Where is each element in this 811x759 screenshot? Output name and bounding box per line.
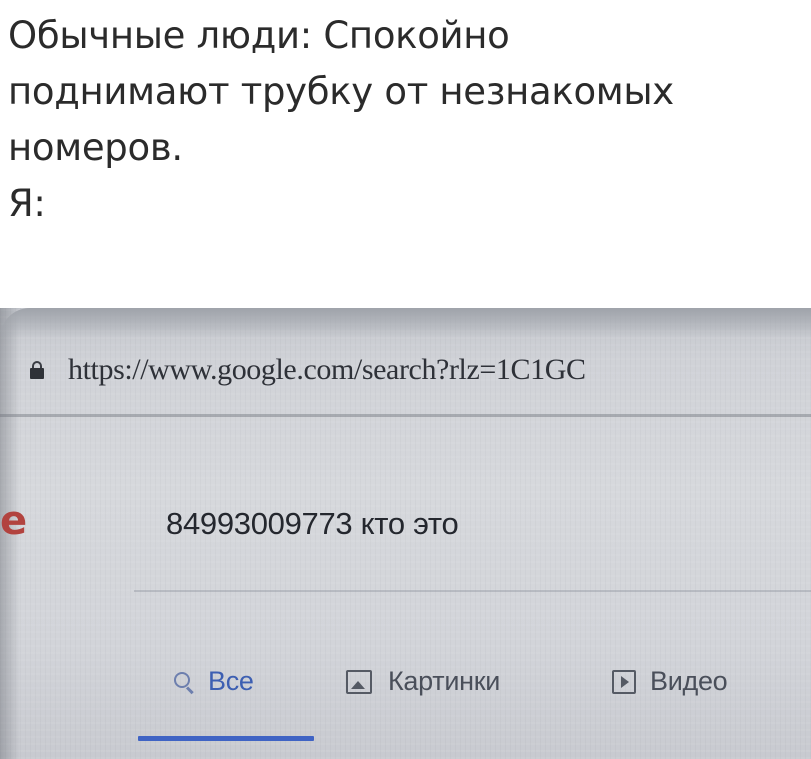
search-tabs: Все Картинки Видео: [0, 660, 811, 720]
search-icon: [172, 670, 196, 694]
browser-screen-photo: https://www.google.com/search?rlz=1C1GC …: [0, 308, 811, 759]
tab-images-label: Картинки: [388, 666, 501, 696]
caption-line-1: Обычные люди: Спокойно: [8, 14, 510, 57]
tab-all[interactable]: Все: [172, 666, 254, 697]
image-icon: [346, 669, 372, 694]
search-bar[interactable]: e 84993009773 кто это: [0, 498, 811, 568]
caption-line-3: номеров.: [8, 126, 183, 169]
meme-caption: Обычные люди: Спокойно поднимают трубку …: [8, 8, 808, 232]
tab-all-label: Все: [208, 666, 254, 696]
toolbar-divider: [0, 414, 811, 417]
caption-line-4: Я:: [8, 182, 46, 225]
caption-line-2: поднимают трубку от незнакомых: [8, 70, 674, 113]
play-icon: [612, 669, 636, 694]
tab-video-label: Видео: [650, 666, 728, 696]
tab-video[interactable]: Видео: [612, 666, 728, 697]
search-input[interactable]: 84993009773 кто это: [166, 506, 459, 542]
url-text[interactable]: https://www.google.com/search?rlz=1C1GC: [68, 353, 586, 387]
tab-images[interactable]: Картинки: [346, 666, 500, 697]
lock-icon: [30, 361, 44, 379]
active-tab-indicator: [138, 736, 314, 741]
google-logo-fragment[interactable]: e: [0, 501, 27, 541]
address-bar[interactable]: https://www.google.com/search?rlz=1C1GC: [30, 350, 811, 390]
search-box-border: [134, 590, 811, 592]
